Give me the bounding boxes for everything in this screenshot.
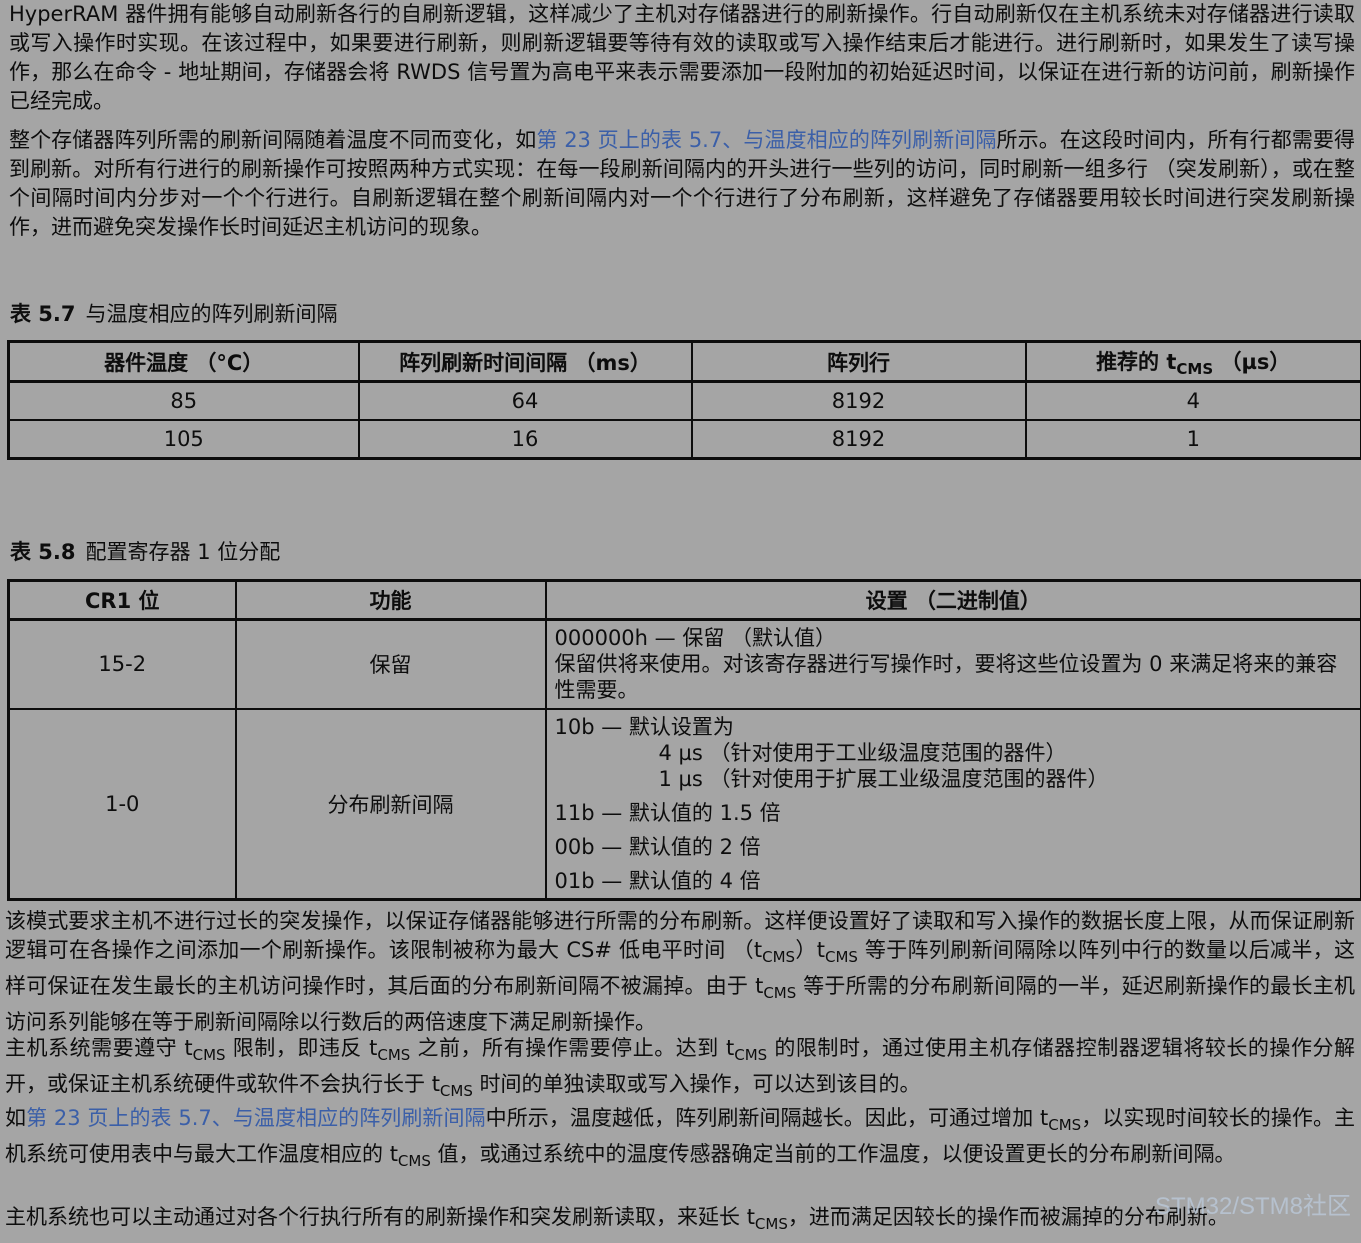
cell-tcms: 1 [1024,418,1361,460]
setting-line: 10b — 默认设置为 [554,714,734,739]
setting-line: 11b — 默认值的 1.5 倍 [554,800,781,825]
cell-temperature: 105 [7,418,360,460]
paragraph-refresh-interval: 整个存储器阵列所需的刷新间隔随着温度不同而变化，如第 23 页上的表 5.7、与… [9,126,1355,242]
header-tcms-sub: CMS [1176,359,1214,378]
caption-title: 与温度相应的阵列刷新间隔 [85,302,338,326]
tcms-symbol: tCMS [184,1036,226,1064]
cell-setting: 000000h — 保留 （默认值） 保留供将来使用。对该寄存器进行写操作时，要… [544,618,1361,710]
tcms-symbol: tCMS [816,938,858,966]
cell-temperature: 85 [7,380,360,421]
caption-number: 表 5.8 [10,540,76,564]
paragraph-max-cs-low-time: 该模式要求主机不进行过长的突发操作，以保证存储器能够进行所需的分布刷新。这样便设… [5,907,1355,1037]
paragraph-temperature-dependence: 如第 23 页上的表 5.7、与温度相应的阵列刷新间隔中所示，温度越低，阵列刷新… [5,1104,1355,1176]
header-cr1-bit: CR1 位 [7,579,237,621]
paragraph-hyperram-refresh: HyperRAM 器件拥有能够自动刷新各行的自刷新逻辑，这样减少了主机对存储器进… [9,2,1355,113]
watermark: STM32/STM8社区 [1154,1193,1351,1220]
cell-interval: 16 [357,418,693,460]
tcms-symbol: tCMS [746,1205,788,1233]
text-span: 值，或通过系统中的温度传感器确定当前的工作温度，以便设置更长的分布刷新间隔。 [430,1142,1236,1166]
setting-line: 4 µs （针对使用于工业级温度范围的器件） [658,740,1067,765]
table-header-row: CR1 位 功能 设置 （二进制值） [7,579,1361,621]
table-5-7-caption: 表 5.7 与温度相应的阵列刷新间隔 [10,298,338,328]
header-refresh-interval: 阵列刷新时间间隔 （ms） [357,340,693,383]
tcms-symbol: tCMS [1040,1106,1082,1134]
tcms-symbol: tCMS [369,1036,411,1064]
table-row: 105 16 8192 1 [7,418,1361,460]
text-span: 整个存储器阵列所需的刷新间隔随着温度不同而变化，如 [9,128,537,152]
header-array-rows: 阵列行 [690,340,1027,383]
text-span: 时间的单独读取或写入操作，可以达到该目的。 [472,1072,921,1096]
cell-function: 分布刷新间隔 [234,707,547,900]
table-header-row: 器件温度 （°C） 阵列刷新时间间隔 （ms） 阵列行 推荐的 tCMS （µs… [7,340,1361,383]
text-span: 主机系统也可以主动通过对各个行执行所有的刷新操作和突发刷新读取，来延长 [5,1205,747,1229]
header-function: 功能 [234,579,547,621]
paragraph-host-compliance: 主机系统需要遵守 tCMS 限制，即违反 tCMS 之前，所有操作需要停止。达到… [5,1034,1355,1106]
tcms-symbol: tCMS [389,1142,431,1170]
table-5-7-link[interactable]: 第 23 页上的表 5.7、与温度相应的阵列刷新间隔 [536,128,996,152]
table-row: 85 64 8192 4 [7,380,1361,421]
table-5-7-link[interactable]: 第 23 页上的表 5.7、与温度相应的阵列刷新间隔 [26,1106,486,1130]
setting-line: 00b — 默认值的 2 倍 [554,834,761,859]
cell-function: 保留 [234,618,547,710]
cell-setting: 10b — 默认设置为 4 µs （针对使用于工业级温度范围的器件） 1 µs … [544,707,1361,900]
cell-rows: 8192 [690,380,1027,421]
header-setting: 设置 （二进制值） [544,579,1361,621]
table-row: 1-0 分布刷新间隔 10b — 默认设置为 4 µs （针对使用于工业级温度范… [7,707,1361,900]
cell-tcms: 4 [1024,380,1361,421]
text-span: 之前，所有操作需要停止。达到 [410,1036,727,1060]
header-tcms-prefix: 推荐的 t [1096,349,1177,374]
paragraph-active-refresh: 主机系统也可以主动通过对各个行执行所有的刷新操作和突发刷新读取，来延长 tCMS… [5,1203,1355,1239]
tcms-symbol: tCMS [431,1072,473,1100]
text-span: ） [795,938,817,962]
tcms-symbol: tCMS [726,1036,768,1064]
caption-title: 配置寄存器 1 位分配 [85,540,281,564]
text-span: 如 [5,1106,27,1130]
cell-rows: 8192 [690,418,1027,460]
setting-line: 保留供将来使用。对该寄存器进行写操作时，要将这些位设置为 0 来满足将来的兼容性… [554,652,1338,702]
setting-line: 1 µs （针对使用于扩展工业级温度范围的器件） [658,766,1109,791]
table-refresh-interval: 器件温度 （°C） 阵列刷新时间间隔 （ms） 阵列行 推荐的 tCMS （µs… [7,340,1361,460]
tcms-symbol: tCMS [755,974,797,1002]
setting-line: 01b — 默认值的 4 倍 [554,868,761,893]
setting-line: 000000h — 保留 （默认值） [554,626,837,650]
cell-bits: 15-2 [7,618,237,710]
text-span: 主机系统需要遵守 [5,1036,185,1060]
text-span: 限制，即违反 [225,1036,370,1060]
caption-number: 表 5.7 [10,302,76,326]
cell-bits: 1-0 [7,707,237,900]
header-tcms-unit: （µs） [1213,349,1291,374]
table-5-8-caption: 表 5.8 配置寄存器 1 位分配 [10,536,280,566]
header-temperature: 器件温度 （°C） [7,340,360,383]
cell-interval: 64 [357,380,693,421]
table-row: 15-2 保留 000000h — 保留 （默认值） 保留供将来使用。对该寄存器… [7,618,1361,710]
table-cr1-bits: CR1 位 功能 设置 （二进制值） 15-2 保留 000000h — 保留 … [7,579,1361,901]
text-span: 中所示，温度越低，阵列刷新间隔越长。因此，可通过增加 [485,1106,1041,1130]
tcms-symbol: tCMS [753,938,796,966]
header-tcms: 推荐的 tCMS （µs） [1024,340,1361,383]
